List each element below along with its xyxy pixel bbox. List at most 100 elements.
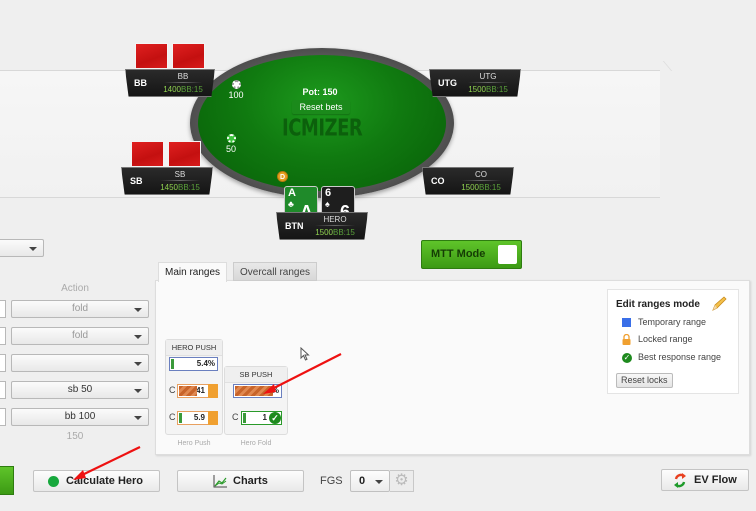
ev-flow-button[interactable]: EV Flow: [661, 469, 749, 491]
seat-btn-hero[interactable]: BTN HERO 1500BB:15: [276, 212, 368, 240]
bb-count: BB:15: [479, 183, 501, 192]
bet-sb: 50: [219, 134, 243, 154]
bet-amount: 100: [228, 90, 244, 100]
reset-locks-button[interactable]: Reset locks: [616, 373, 673, 388]
bb-count: BB:15: [178, 183, 200, 192]
chevron-down-icon: [134, 362, 142, 366]
seat-co[interactable]: CO CO 1500BB:15: [422, 167, 514, 195]
call-label: C: [232, 412, 239, 422]
lock-icon: [208, 384, 218, 398]
action-select-1[interactable]: fold: [11, 300, 149, 318]
check-circle-icon: ✓: [269, 412, 281, 424]
range-value: 41: [196, 386, 205, 395]
seat-stack: 1500BB:15: [307, 228, 363, 237]
pot-total: 150: [66, 431, 84, 442]
tab-overcall-ranges[interactable]: Overcall ranges: [233, 262, 318, 281]
action-select-5[interactable]: bb 100: [11, 408, 149, 426]
square-icon: [622, 318, 631, 327]
check-circle-icon: ✓: [622, 353, 632, 363]
hero-card-1[interactable]: A ♣ A: [284, 186, 318, 216]
fgs-label: FGS: [320, 475, 343, 487]
fgs-value: 0: [359, 475, 366, 487]
charts-button[interactable]: Charts: [177, 470, 304, 492]
lock-icon: [622, 334, 631, 345]
range-fill: [179, 386, 197, 396]
seat-sb[interactable]: SB SB 1450BB:15: [121, 167, 213, 195]
seat-name: SB: [174, 170, 186, 179]
range-value: 5.4%: [196, 359, 215, 368]
range-value: 5.9: [193, 413, 205, 422]
seat-divider: [315, 225, 355, 226]
calculate-hero-button[interactable]: Calculate Hero: [33, 470, 160, 492]
mouse-cursor-icon: [300, 347, 310, 361]
table-watermark: ICMIZER: [282, 114, 363, 143]
bet-amount: 50: [225, 144, 236, 154]
seat-divider: [461, 180, 501, 181]
mtt-mode-label: MTT Mode: [431, 248, 486, 260]
chevron-down-icon: [375, 480, 383, 484]
spade-icon: ♠: [325, 199, 330, 209]
stack-value: 1500: [315, 228, 333, 237]
mtt-mode-toggle[interactable]: MTT Mode: [421, 240, 522, 269]
stack-value: 1400: [163, 85, 181, 94]
range-fill: [179, 413, 182, 423]
stack-input[interactable]: [0, 408, 6, 426]
seat-name: CO: [475, 170, 487, 179]
status-dot-icon: [48, 476, 59, 487]
chevron-down-icon: [134, 335, 142, 339]
action-select-4[interactable]: sb 50: [11, 381, 149, 399]
select-value: bb 100: [64, 411, 96, 422]
legend-label: Temporary range: [638, 317, 707, 327]
chevron-down-icon: [29, 247, 37, 251]
seat-name: BB: [177, 72, 189, 81]
bb-count: BB:15: [333, 228, 355, 237]
tab-main-ranges[interactable]: Main ranges: [158, 262, 228, 282]
seat-position: BTN: [285, 221, 304, 231]
stack-input[interactable]: [0, 354, 6, 372]
seat-stack: 1400BB:15: [156, 85, 210, 94]
fgs-settings-button[interactable]: ⚙: [390, 470, 414, 492]
seat-stack: 1500BB:15: [453, 183, 509, 192]
green-action-button[interactable]: [0, 466, 14, 495]
action-select-3[interactable]: [11, 354, 149, 372]
seat-divider: [160, 180, 200, 181]
legend-title: Edit ranges mode: [616, 299, 700, 310]
call-range-input[interactable]: 1 ✓: [241, 411, 282, 425]
range-fill: [171, 359, 174, 369]
range-card-title: SB PUSH: [225, 367, 287, 383]
seat-name: HERO: [323, 215, 347, 224]
stack-value: 1500: [461, 183, 479, 192]
stack-input[interactable]: [0, 327, 6, 345]
seat-divider: [468, 82, 508, 83]
legend-label: Locked range: [638, 334, 693, 344]
seat-utg[interactable]: UTG UTG 1500BB:15: [429, 69, 521, 97]
seat-bb[interactable]: BB BB 1400BB:15: [125, 69, 215, 97]
stack-input[interactable]: [0, 381, 6, 399]
call-label: C: [169, 412, 176, 422]
chart-icon: [213, 475, 227, 488]
seat-position: SB: [130, 176, 143, 186]
top-left-dropdown[interactable]: [0, 239, 44, 257]
sb-push-range-input[interactable]: 60%: [233, 384, 282, 398]
button-label: EV Flow: [694, 474, 737, 486]
ev-flow-icon: [674, 473, 686, 488]
fgs-select[interactable]: 0: [350, 470, 390, 492]
range-card-footer: Hero Push: [177, 440, 211, 447]
stack-input[interactable]: [0, 300, 6, 318]
call-range-input[interactable]: 41: [177, 384, 218, 398]
chevron-down-icon: [134, 389, 142, 393]
range-fill: [243, 413, 246, 423]
chevron-down-icon: [134, 308, 142, 312]
select-value: fold: [71, 330, 89, 341]
card-back-icon: [168, 141, 201, 167]
reset-bets-button[interactable]: Reset bets: [292, 100, 350, 114]
hero-push-range-input[interactable]: 5.4%: [169, 357, 218, 371]
call-range-input[interactable]: 5.9: [177, 411, 218, 425]
pencil-icon[interactable]: [710, 296, 728, 312]
hero-card-2[interactable]: 6 ♠ 6: [321, 186, 355, 216]
action-select-2[interactable]: fold: [11, 327, 149, 345]
range-value: 1: [262, 413, 267, 422]
legend-label: Best response range: [638, 352, 722, 362]
lock-icon: [208, 411, 218, 425]
mtt-mode-checkbox[interactable]: [498, 245, 517, 264]
